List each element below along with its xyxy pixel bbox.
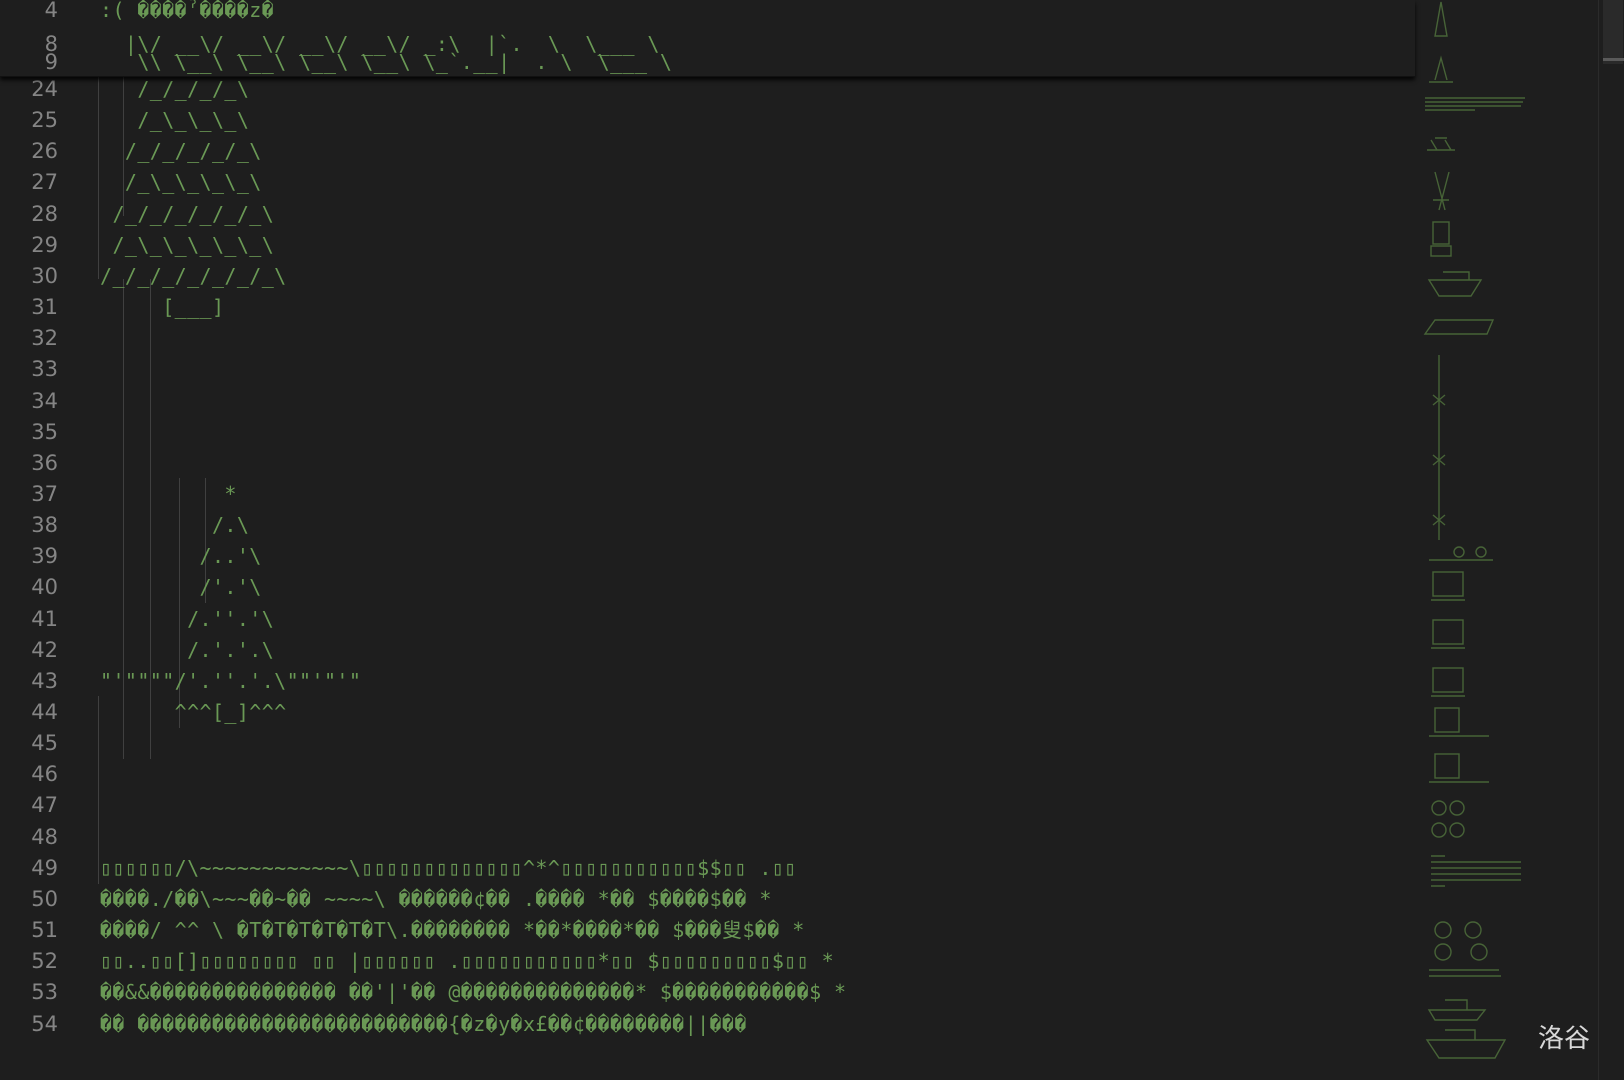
line-text: /_\_\_\_\ xyxy=(100,108,250,133)
line-number: 40 xyxy=(31,575,58,600)
line-number: 36 xyxy=(31,450,58,475)
indent-guide xyxy=(98,76,99,279)
watermark-logo-text: 洛谷 xyxy=(1538,1024,1591,1054)
line-number: 38 xyxy=(31,513,58,538)
line-text: ��&&��������������� ��'|'�� @�����������… xyxy=(100,980,847,1005)
line-number: 49 xyxy=(31,855,58,880)
line-number: 51 xyxy=(31,918,58,943)
indent-guide xyxy=(98,696,99,884)
scrollbar-thumb[interactable] xyxy=(1603,0,1623,64)
line-number: 27 xyxy=(31,170,58,195)
line-number: 50 xyxy=(31,886,58,911)
line-number: 33 xyxy=(31,357,58,382)
line-text: [___] xyxy=(100,295,225,320)
line-text: * xyxy=(100,481,237,506)
line-number: 46 xyxy=(31,762,58,787)
line-number: 35 xyxy=(31,419,58,444)
scrollbar-cursor-marker xyxy=(1603,58,1624,61)
line-number: 24 xyxy=(31,77,58,101)
code-lines[interactable]: 24 /_/_/_/_\ 25 /_\_\_\_\ 26 /_/_/_/_/_\ 27… xyxy=(0,76,1415,1080)
line-number: 45 xyxy=(31,731,58,756)
line-number: 48 xyxy=(31,824,58,849)
line-number: 52 xyxy=(31,949,58,974)
line-text: /_/_/_/_\ xyxy=(100,77,250,101)
sticky-scroll-header[interactable]: 4:( ����ˀ����z� 8 |\/ __\/ __\/ __\/ __\/… xyxy=(0,0,1415,77)
line-text: ����/ ^^ \ �T�T�T�T�T�T\.�������� *��*��… xyxy=(100,918,805,943)
line-text: /'.'\ xyxy=(100,575,262,600)
line-text: �� �������������������������{�z�y�x£��¢�… xyxy=(100,1011,747,1036)
line-number: 30 xyxy=(31,263,58,288)
line-number: 25 xyxy=(31,108,58,133)
line-number: 53 xyxy=(31,980,58,1005)
line-number: 43 xyxy=(31,668,58,693)
line-text: ▯▯..▯▯[]▯▯▯▯▯▯▯▯ ▯▯ |▯▯▯▯▯▯ .▯▯▯▯▯▯▯▯▯▯▯… xyxy=(100,949,835,974)
line-number: 32 xyxy=(31,326,58,351)
line-text: /.\ xyxy=(100,513,250,538)
line-number: 4 xyxy=(44,0,58,22)
line-text: /.'.'.\ xyxy=(100,637,275,662)
line-number: 39 xyxy=(31,544,58,569)
line-number: 34 xyxy=(31,388,58,413)
line-text: "'""""/'.''.'.\""'"'" xyxy=(100,668,362,693)
line-text: /_/_/_/_/_/_/_\ xyxy=(100,263,287,288)
vertical-scrollbar[interactable] xyxy=(1598,0,1624,1080)
line-text: /_/_/_/_/_\ xyxy=(100,139,262,164)
line-number: 37 xyxy=(31,481,58,506)
line-number: 28 xyxy=(31,201,58,226)
line-number: 47 xyxy=(31,793,58,818)
line-number: 29 xyxy=(31,232,58,257)
line-number: 54 xyxy=(31,1011,58,1036)
line-text: /_\_\_\_\_\_\ xyxy=(100,232,275,257)
line-number: 26 xyxy=(31,139,58,164)
line-number: 42 xyxy=(31,637,58,662)
minimap[interactable] xyxy=(1415,0,1595,1080)
line-text: :( ����ˀ����z� xyxy=(100,0,275,22)
minimap-preview xyxy=(1423,1,1525,1059)
line-number: 9 xyxy=(44,50,58,74)
line-text: \\ \__\ \__\ \__\ \__\ \_`.__| . \ \___ … xyxy=(100,50,673,74)
line-number: 44 xyxy=(31,700,58,724)
code-editor[interactable]: 4:( ����ˀ����z� 8 |\/ __\/ __\/ __\/ __\/… xyxy=(0,0,1624,1080)
line-text: /_/_/_/_/_/_\ xyxy=(100,201,275,226)
line-text: ^^^[_]^^^ xyxy=(100,700,287,724)
line-number: 31 xyxy=(31,295,58,320)
line-text: /..'\ xyxy=(100,544,262,569)
line-text: /_\_\_\_\_\ xyxy=(100,170,262,195)
line-text: ▯▯▯▯▯▯/\~~~~~~~~~~~~\▯▯▯▯▯▯▯▯▯▯▯▯▯^*^▯▯▯… xyxy=(100,855,797,880)
line-text: /.''.'\ xyxy=(100,606,275,631)
line-number: 41 xyxy=(31,606,58,631)
line-text: ����./��\~~~��~�� ~~~~\ ������¢�� .���� … xyxy=(100,886,772,911)
